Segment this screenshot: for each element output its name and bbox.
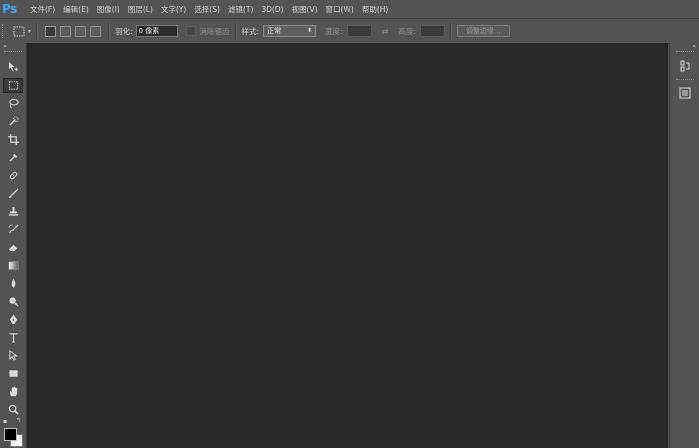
dodge-tool-icon[interactable] bbox=[3, 294, 23, 309]
history-panel-icon[interactable] bbox=[676, 58, 694, 73]
photoshop-logo: Ps bbox=[2, 2, 17, 16]
menu-edit[interactable]: 编辑(E) bbox=[63, 4, 89, 15]
menu-help[interactable]: 帮助(H) bbox=[362, 4, 389, 15]
menu-bar: Ps 文件(F) 编辑(E) 图像(I) 图层(L) 文字(Y) 选择(S) 滤… bbox=[0, 0, 699, 18]
spot-healing-tool-icon[interactable] bbox=[3, 168, 23, 183]
tool-preset-picker[interactable]: ▾ bbox=[13, 26, 31, 37]
foreground-color-swatch[interactable] bbox=[4, 428, 17, 441]
type-tool-icon[interactable] bbox=[3, 330, 23, 345]
add-to-selection-button[interactable] bbox=[60, 25, 72, 37]
intersect-selection-button[interactable] bbox=[90, 25, 102, 37]
menu-3d[interactable]: 3D(D) bbox=[261, 5, 283, 14]
options-bar: ▾ 羽化: 0 像素 消除锯齿 样式: 正常 ⬍ 宽度: ⇄ 高度: 调整边缘.… bbox=[0, 18, 699, 44]
menu-type[interactable]: 文字(Y) bbox=[161, 4, 186, 15]
zoom-tool-icon[interactable] bbox=[3, 402, 23, 417]
crop-tool-icon[interactable] bbox=[3, 132, 23, 147]
style-label: 样式: bbox=[241, 26, 260, 36]
pen-tool-icon[interactable] bbox=[3, 312, 23, 327]
clone-stamp-tool-icon[interactable] bbox=[3, 204, 23, 219]
rectangle-tool-icon[interactable] bbox=[3, 366, 23, 381]
height-input[interactable] bbox=[419, 25, 445, 37]
history-brush-tool-icon[interactable] bbox=[3, 222, 23, 237]
gradient-tool-icon[interactable] bbox=[3, 258, 23, 273]
subtract-from-selection-button[interactable] bbox=[75, 25, 87, 37]
default-colors-icon[interactable]: ▪ bbox=[3, 418, 7, 425]
width-input[interactable] bbox=[346, 25, 372, 37]
dock-grip[interactable] bbox=[676, 51, 694, 55]
refine-edge-button[interactable]: 调整边缘... bbox=[456, 25, 510, 37]
collapse-toolbar-icon[interactable]: » bbox=[3, 43, 7, 50]
marquee-tool-icon[interactable] bbox=[3, 78, 23, 93]
brush-tool-icon[interactable] bbox=[3, 186, 23, 201]
divider bbox=[234, 23, 237, 39]
style-select[interactable]: 正常 ⬍ bbox=[263, 25, 317, 37]
lasso-tool-icon[interactable] bbox=[3, 96, 23, 111]
menu-view[interactable]: 视图(V) bbox=[292, 4, 318, 15]
path-selection-tool-icon[interactable] bbox=[3, 348, 23, 363]
tools-panel: » ▪ ↰ bbox=[0, 43, 27, 448]
menu-filter[interactable]: 滤镜(T) bbox=[228, 4, 253, 15]
divider bbox=[449, 23, 452, 39]
swap-colors-icon[interactable]: ↰ bbox=[16, 417, 21, 424]
divider bbox=[108, 23, 111, 39]
height-label: 高度: bbox=[398, 26, 416, 36]
expand-panels-icon[interactable]: « bbox=[692, 43, 696, 50]
quick-selection-tool-icon[interactable] bbox=[3, 114, 23, 129]
feather-label: 羽化: bbox=[115, 26, 133, 36]
marquee-preset-icon bbox=[13, 26, 25, 36]
panel-dock: « bbox=[669, 43, 699, 448]
blur-tool-icon[interactable] bbox=[3, 276, 23, 291]
dock-grip[interactable] bbox=[676, 79, 694, 83]
menu-file[interactable]: 文件(F) bbox=[30, 4, 55, 15]
menu-image[interactable]: 图像(I) bbox=[97, 4, 120, 15]
document-area[interactable] bbox=[27, 43, 668, 448]
antialias-checkbox[interactable] bbox=[185, 26, 196, 36]
divider bbox=[36, 23, 39, 39]
hand-tool-icon[interactable] bbox=[3, 384, 23, 399]
eraser-tool-icon[interactable] bbox=[3, 240, 23, 255]
chevron-down-icon: ▾ bbox=[28, 27, 32, 35]
antialias-label: 消除锯齿 bbox=[199, 26, 230, 36]
properties-panel-icon[interactable] bbox=[676, 85, 694, 100]
width-label: 宽度: bbox=[325, 26, 343, 36]
menu-select[interactable]: 选择(S) bbox=[194, 4, 220, 15]
menu-layer[interactable]: 图层(L) bbox=[128, 4, 153, 15]
move-tool-icon[interactable] bbox=[3, 59, 23, 74]
swap-dimensions-icon[interactable]: ⇄ bbox=[382, 27, 389, 36]
eyedropper-tool-icon[interactable] bbox=[3, 150, 23, 165]
toolbar-grip[interactable] bbox=[4, 51, 22, 55]
feather-input[interactable]: 0 像素 bbox=[135, 25, 178, 37]
chevron-down-icon: ⬍ bbox=[307, 27, 313, 34]
options-grip bbox=[2, 24, 9, 38]
style-value: 正常 bbox=[267, 27, 282, 35]
new-selection-button[interactable] bbox=[45, 25, 57, 37]
menu-window[interactable]: 窗口(W) bbox=[326, 4, 354, 15]
